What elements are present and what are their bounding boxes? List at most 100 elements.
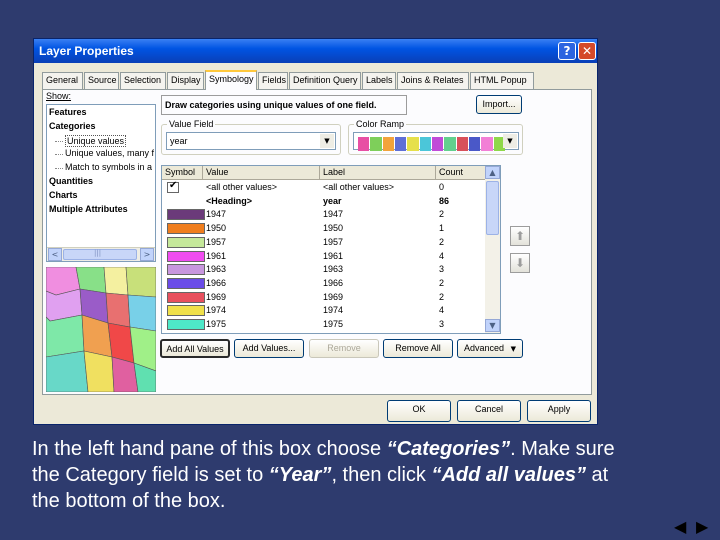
value-field-value: year [170,136,188,146]
symbol-swatch[interactable] [167,305,205,317]
move-down-button[interactable]: ⬇ [510,253,530,273]
tab-general[interactable]: General [42,72,83,89]
close-button[interactable]: ✕ [578,42,596,60]
table-row[interactable]: 1969 1969 2 [162,291,486,305]
symbol-swatch[interactable]: ✔ [167,180,179,193]
show-item-categories[interactable]: Categories [49,121,96,131]
cell-count: 2 [439,277,445,288]
show-tree[interactable]: < ||| > Features Categories Unique values U… [46,104,156,262]
show-item-features[interactable]: Features [49,107,87,117]
table-row[interactable]: 1966 1966 2 [162,277,486,291]
ramp-color-swatch [419,137,431,151]
scroll-thumb[interactable]: ||| [63,249,137,260]
show-item-unique-values[interactable]: Unique values [65,134,127,147]
advanced-button[interactable]: Advanced ▼ [457,339,523,358]
cell-label: 1975 [323,319,344,329]
cell-value: 1950 [206,223,227,234]
cell-label: 1966 [323,277,344,288]
tab-symbology[interactable]: Symbology [205,70,257,90]
tab-labels[interactable]: Labels [362,72,396,89]
table-row[interactable]: 1950 1950 1 [162,222,486,236]
cancel-button[interactable]: Cancel [457,400,521,422]
tab-html-popup[interactable]: HTML Popup [470,72,534,89]
tab-display[interactable]: Display [167,72,204,89]
remove-button[interactable]: Remove [309,339,379,358]
tab-definition-query[interactable]: Definition Query [289,72,361,89]
show-item-charts[interactable]: Charts [49,190,78,200]
column-header-symbol[interactable]: Symbol [162,166,203,180]
column-header-label[interactable]: Label [320,166,436,180]
cell-count: 2 [439,209,445,220]
ok-button[interactable]: OK [387,400,451,422]
tab-selection[interactable]: Selection [120,72,166,89]
symbol-swatch[interactable] [167,291,205,303]
cell-count: 86 [439,195,450,206]
symbol-swatch[interactable] [167,223,205,235]
color-ramp-select[interactable]: ▼ [353,132,519,151]
value-field-group: Value Field year ▼ [161,119,341,155]
table-vertical-scrollbar[interactable]: ▲ ▼ [485,166,500,333]
cell-value: 1974 [206,305,227,316]
symbol-swatch[interactable] [167,250,205,262]
table-row[interactable]: 1974 1974 4 [162,304,486,318]
symbol-swatch[interactable] [167,209,205,221]
scroll-left-button[interactable]: < [48,248,62,261]
table-row[interactable]: ✔ <all other values> <all other values> 0 [162,180,486,195]
add-all-values-button[interactable]: Add All Values [160,339,230,358]
ramp-color-swatch [407,137,419,151]
instruction-emphasis: “Categories” [386,438,511,460]
ramp-color-swatch [469,137,481,151]
previous-slide-icon[interactable]: ◀ [674,517,686,536]
cell-label: 1947 [323,209,344,220]
apply-button[interactable]: Apply [527,400,591,422]
show-item-quantities[interactable]: Quantities [49,176,93,186]
chevron-down-icon[interactable]: ▼ [320,134,334,148]
table-row[interactable]: 1961 1961 4 [162,250,486,264]
table-row[interactable]: 1963 1963 3 [162,263,486,277]
value-field-select[interactable]: year ▼ [166,132,336,150]
show-item-multiple-attributes[interactable]: Multiple Attributes [49,204,128,214]
scroll-down-button[interactable]: ▼ [485,319,500,332]
title-bar: Layer Properties ? ✕ [34,39,597,63]
tab-joins-relates[interactable]: Joins & Relates [397,72,469,89]
table-row[interactable]: 1957 1957 2 [162,236,486,250]
import-button[interactable]: Import... [476,95,522,114]
tree-horizontal-scrollbar[interactable]: < ||| > [47,247,155,261]
checkbox-check-icon[interactable]: ✔ [169,180,177,191]
next-slide-icon[interactable]: ▶ [696,517,708,536]
color-ramp-swatches [358,137,506,151]
symbology-panel: Show: < ||| > Features Categories Unique v… [42,89,592,395]
symbol-swatch[interactable] [167,236,205,248]
tab-source[interactable]: Source [84,72,119,89]
cell-count: 2 [439,236,445,247]
symbol-swatch[interactable] [167,319,205,330]
color-ramp-label: Color Ramp [354,119,407,129]
chevron-down-icon[interactable]: ▼ [503,134,517,148]
show-item-match-to-symbols-in-a[interactable]: Match to symbols in a [65,162,152,172]
cell-count: 4 [439,305,445,316]
ramp-color-swatch [444,137,456,151]
scroll-up-button[interactable]: ▲ [485,166,500,179]
cell-value: 1969 [206,291,227,302]
add-values-button[interactable]: Add Values... [234,339,304,358]
remove-all-button[interactable]: Remove All [383,339,453,358]
scroll-right-button[interactable]: > [140,248,154,261]
symbol-swatch[interactable] [167,264,205,276]
tab-fields[interactable]: Fields [258,72,288,89]
cell-value: 1961 [206,250,227,261]
table-row[interactable]: <Heading> year 86 [162,195,486,209]
cell-label: 1974 [323,305,344,316]
color-ramp-group: Color Ramp ▼ [348,119,523,155]
table-row[interactable]: 1975 1975 3 [162,318,486,332]
column-header-count[interactable]: Count [436,166,486,180]
symbol-swatch[interactable] [167,277,205,289]
ramp-color-swatch [382,137,394,151]
table-row[interactable]: 1947 1947 2 [162,208,486,222]
cell-count: 1 [439,223,445,234]
help-button[interactable]: ? [558,42,576,60]
scroll-thumb[interactable] [486,181,499,235]
column-header-value[interactable]: Value [203,166,320,180]
values-table[interactable]: Symbol Value Label Count ▲ ▼ ✔ <all other… [161,165,501,334]
move-up-button[interactable]: ⬆ [510,226,530,246]
show-item-unique-values-many-f[interactable]: Unique values, many f [65,148,154,158]
